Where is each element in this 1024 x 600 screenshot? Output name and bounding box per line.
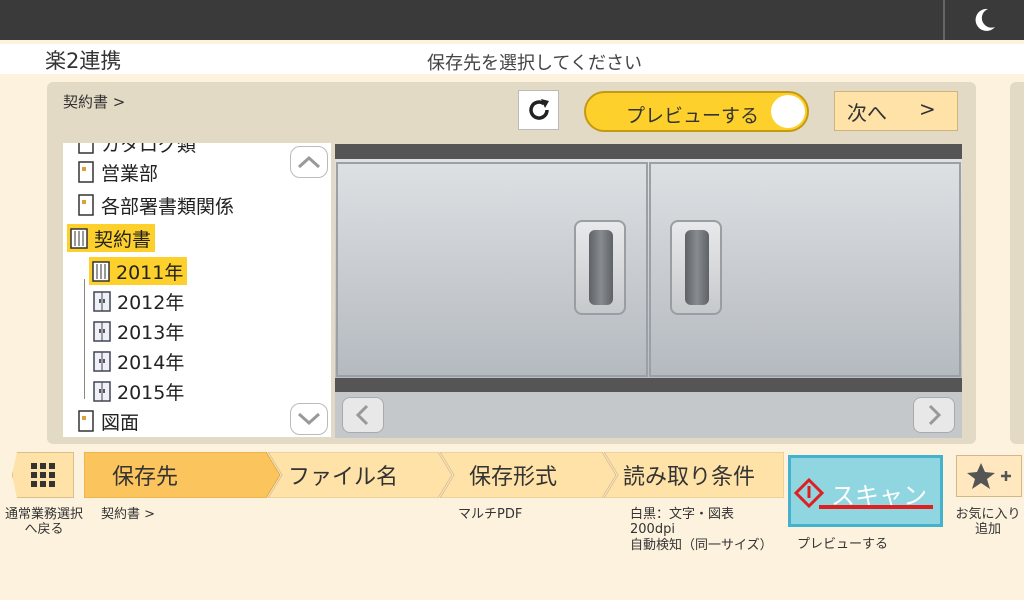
start-icon <box>794 478 824 508</box>
folder-icon <box>78 143 94 154</box>
energy-saver-moon-icon[interactable] <box>970 6 998 34</box>
favorite-caption-2: 追加 <box>974 522 1001 537</box>
preview-area <box>335 144 962 438</box>
instruction-text: 保存先を選択してください <box>427 53 642 74</box>
save-destination-value: 契約書 > <box>101 507 156 522</box>
chevron-left-icon <box>355 404 369 426</box>
cabinet-door-right <box>649 162 961 377</box>
door-handle <box>670 220 722 315</box>
preview-bottom-bar <box>335 378 962 392</box>
scan-underline <box>819 505 933 509</box>
tree-item-2015[interactable]: 2015年 <box>93 377 184 405</box>
chevron-down-icon <box>297 412 321 426</box>
folder-icon <box>78 410 94 432</box>
scan-settings-value-1: 白黒：文字・図表 <box>630 507 735 522</box>
title-bar: 楽2連携 保存先を選択してください <box>0 44 1024 74</box>
tree-item-sales[interactable]: 営業部 <box>77 158 158 186</box>
tree-scroll-up-button[interactable] <box>290 146 328 178</box>
star-plus-icon <box>967 463 1011 489</box>
preview-top-bar <box>335 144 962 159</box>
top-bar-divider <box>943 0 945 40</box>
cabinet-preview-image <box>335 159 962 378</box>
save-format-value: マルチPDF <box>458 507 523 522</box>
cabinet-icon <box>93 291 111 312</box>
refresh-icon <box>528 99 549 120</box>
tree-item-contracts[interactable]: 契約書 <box>67 224 156 252</box>
cabinet-icon <box>93 381 111 402</box>
home-menu-button[interactable] <box>12 452 74 498</box>
cabinet-open-icon <box>70 228 88 249</box>
tree-item-2013[interactable]: 2013年 <box>93 317 184 345</box>
refresh-button[interactable] <box>518 90 559 130</box>
right-panel-edge <box>1010 82 1024 444</box>
home-caption: 通常業務選択 へ戻る <box>4 507 83 537</box>
scan-settings-value-3: 自動検知（同一サイズ） <box>630 538 773 553</box>
cabinet-door-left <box>336 162 648 377</box>
next-button[interactable]: 次へ > <box>834 91 958 131</box>
scan-preview-caption: プレビューする <box>797 537 889 552</box>
next-page-button[interactable] <box>913 397 955 433</box>
chevron-up-icon <box>297 155 321 169</box>
breadcrumb: 契約書 > <box>63 93 126 111</box>
cabinet-icon <box>92 261 110 282</box>
cabinet-icon <box>93 321 111 342</box>
folder-tree: カタログ類 営業部 各部署書類関係 契約書 2011年 2012年 2013年 … <box>63 143 331 437</box>
next-button-label: 次へ <box>847 101 887 125</box>
tree-connector <box>84 279 85 399</box>
toggle-knob <box>771 95 805 128</box>
previous-page-button[interactable] <box>342 397 384 433</box>
folder-icon <box>78 194 94 216</box>
scan-button[interactable]: スキャン <box>788 455 943 527</box>
grid-icon <box>31 463 55 487</box>
folder-icon <box>78 161 94 183</box>
tree-item-2014[interactable]: 2014年 <box>93 347 184 375</box>
tab-save-format[interactable]: 保存形式 <box>469 452 557 498</box>
tree-item-catalog[interactable]: カタログ類 <box>77 143 196 157</box>
favorite-caption-1: お気に入り <box>955 507 1021 522</box>
next-arrow: > <box>919 97 936 121</box>
tree-item-drawings[interactable]: 図面 <box>77 407 139 435</box>
scan-settings-value-2: 200dpi <box>630 522 675 537</box>
tab-scan-settings[interactable]: 読み取り条件 <box>623 452 755 498</box>
cabinet-icon <box>93 351 111 372</box>
tab-save-destination[interactable]: 保存先 <box>112 452 178 498</box>
tab-file-name[interactable]: ファイル名 <box>288 452 398 498</box>
add-favorite-button[interactable] <box>956 455 1022 497</box>
tree-item-departments[interactable]: 各部署書類関係 <box>77 191 234 219</box>
tree-item-2011[interactable]: 2011年 <box>89 257 188 285</box>
preview-toggle[interactable]: プレビューする <box>584 91 809 132</box>
tree-item-2012[interactable]: 2012年 <box>93 287 184 315</box>
top-status-bar <box>0 0 1024 40</box>
preview-toggle-label: プレビューする <box>626 105 760 127</box>
door-handle <box>574 220 626 315</box>
tree-scroll-down-button[interactable] <box>290 403 328 435</box>
chevron-right-icon <box>928 404 942 426</box>
